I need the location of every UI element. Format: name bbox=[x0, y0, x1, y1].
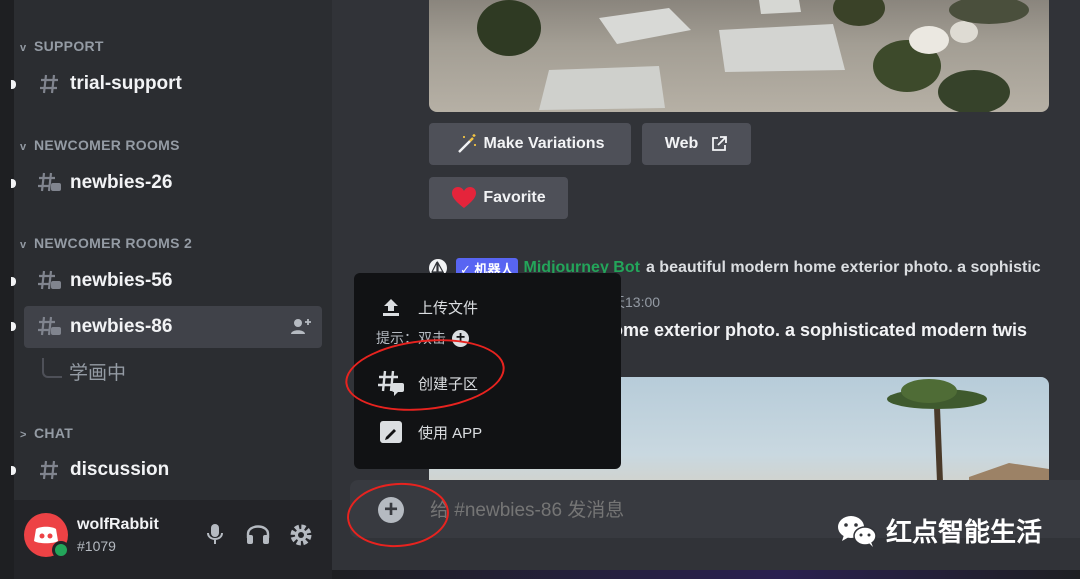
microphone-icon[interactable] bbox=[205, 522, 225, 551]
chevron-down-icon: v bbox=[20, 239, 27, 251]
online-status-indicator bbox=[52, 541, 70, 559]
thread-item[interactable]: 学画中 bbox=[69, 358, 126, 385]
make-variations-button[interactable]: Make Variations bbox=[429, 123, 631, 165]
bottom-edge bbox=[332, 570, 1080, 579]
channel-discussion[interactable]: discussion bbox=[36, 450, 169, 490]
channel-trial-support[interactable]: trial-support bbox=[36, 64, 182, 104]
message-content: ome exterior photo. a sophisticated mode… bbox=[612, 320, 1028, 340]
category-label: CHAT bbox=[34, 425, 74, 441]
category-newcomer-rooms[interactable]: v NEWCOMER ROOMS bbox=[20, 137, 180, 153]
chevron-right-icon: > bbox=[20, 429, 27, 441]
button-label: Web bbox=[664, 135, 699, 152]
channel-label: trial-support bbox=[70, 73, 182, 94]
menu-item-label: 上传文件 bbox=[418, 299, 479, 317]
text-channel-icon bbox=[36, 459, 62, 481]
button-label: Favorite bbox=[483, 189, 546, 206]
add-member-icon[interactable] bbox=[290, 316, 312, 341]
thread-channel-icon bbox=[36, 315, 62, 339]
channel-newbies-56[interactable]: newbies-56 bbox=[36, 261, 172, 301]
menu-item-use-app[interactable]: 使用 APP bbox=[376, 420, 482, 444]
category-label: SUPPORT bbox=[34, 38, 104, 54]
settings-gear-icon[interactable] bbox=[288, 522, 314, 553]
magic-wand-icon bbox=[456, 133, 478, 155]
upload-icon bbox=[376, 295, 406, 319]
channel-newbies-26[interactable]: newbies-26 bbox=[36, 163, 172, 203]
chevron-down-icon: v bbox=[20, 42, 27, 54]
external-link-icon bbox=[710, 135, 728, 153]
generated-image-top[interactable] bbox=[429, 0, 1049, 114]
channel-label: newbies-26 bbox=[70, 172, 173, 193]
thread-channel-icon bbox=[36, 171, 62, 195]
wechat-icon bbox=[836, 513, 878, 549]
thread-connector bbox=[42, 358, 62, 378]
category-chat[interactable]: > CHAT bbox=[20, 425, 73, 441]
reply-preview-text: a beautiful modern home exterior photo. … bbox=[645, 259, 1041, 276]
cactus-garden-image bbox=[477, 0, 1029, 114]
channel-label: newbies-86 bbox=[70, 316, 173, 337]
text-channel-icon bbox=[36, 73, 62, 95]
category-newcomer-rooms-2[interactable]: v NEWCOMER ROOMS 2 bbox=[20, 235, 192, 251]
user-tag: #1079 bbox=[77, 538, 116, 554]
channel-label: discussion bbox=[70, 459, 170, 480]
chevron-down-icon: v bbox=[20, 141, 27, 153]
button-label: Make Variations bbox=[483, 135, 605, 152]
heart-icon bbox=[451, 186, 477, 210]
web-link-button[interactable]: Web bbox=[642, 123, 751, 165]
headphones-icon[interactable] bbox=[245, 522, 271, 551]
category-label: NEWCOMER ROOMS 2 bbox=[34, 235, 193, 251]
thread-channel-icon bbox=[36, 269, 62, 293]
category-support[interactable]: v SUPPORT bbox=[20, 38, 104, 54]
favorite-button[interactable]: Favorite bbox=[429, 177, 568, 219]
channel-label: newbies-56 bbox=[70, 270, 173, 291]
menu-item-label: 使用 APP bbox=[418, 424, 483, 442]
menu-item-upload-file[interactable]: 上传文件 bbox=[376, 295, 478, 319]
username: wolfRabbit bbox=[77, 516, 159, 533]
category-label: NEWCOMER ROOMS bbox=[34, 137, 180, 153]
channel-newbies-86[interactable]: newbies-86 bbox=[36, 307, 172, 347]
message-input[interactable] bbox=[428, 496, 832, 526]
watermark: 红点智能生活 bbox=[836, 512, 1042, 549]
watermark-text: 红点智能生活 bbox=[886, 517, 1043, 547]
app-pencil-icon bbox=[376, 420, 406, 444]
